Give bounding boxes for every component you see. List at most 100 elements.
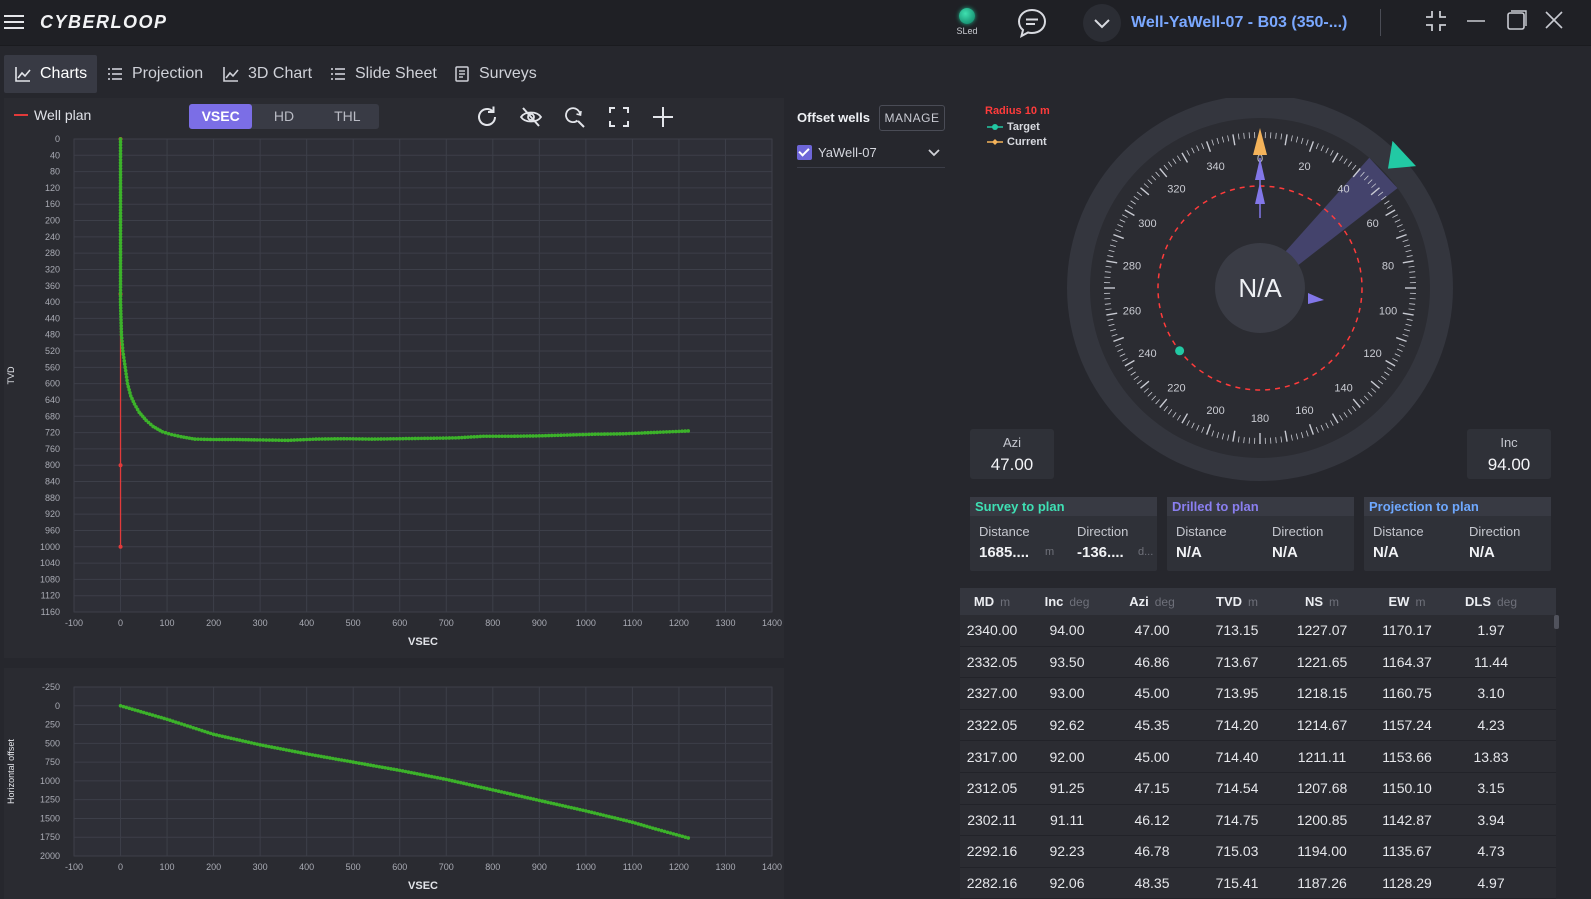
survey-point (370, 437, 374, 441)
x-tick-label: 1000 (576, 618, 596, 628)
inc-label: Inc (1500, 435, 1518, 450)
tab-projection[interactable]: Projection (96, 55, 213, 93)
maximize-button[interactable] (1503, 8, 1529, 34)
y-tick-label: 680 (45, 411, 60, 421)
table-row[interactable]: 2327.00 93.00 45.00 713.95 1218.15 1160.75 3.1… (960, 678, 1556, 710)
inc-box: Inc 94.00 (1467, 429, 1551, 479)
table-cell: 1211.11 (1297, 748, 1347, 765)
survey-point (428, 436, 433, 441)
azi-box: Azi 47.00 (970, 429, 1054, 479)
column-header-unit: deg (1069, 595, 1090, 609)
table-row[interactable]: 2292.16 92.23 46.78 715.03 1194.00 1135.67 4.7… (960, 836, 1556, 868)
survey-point (643, 431, 647, 435)
table-cell: 1194.00 (1297, 843, 1347, 860)
collapse-button[interactable] (1423, 8, 1449, 34)
top-bar: CYBERLOOP SLed Well-YaWell-07 - B03 (350… (0, 0, 1591, 46)
vsec-tvd-chart[interactable]: -100 0 100 200 300 400 500 600 700 800 900 1000 1100… (4, 98, 784, 658)
y-tick-label: 520 (45, 346, 60, 356)
survey-point (119, 336, 124, 340)
well-selector[interactable]: Well-YaWell-07 - B03 (350-...) (1083, 4, 1363, 42)
table-row[interactable]: 2340.00 94.00 47.00 713.15 1227.07 1170.17 1.9… (960, 615, 1556, 647)
survey-point (120, 342, 125, 347)
column-header-label: Azi (1129, 594, 1149, 609)
column-header[interactable]: Azi deg (1110, 594, 1194, 609)
tab-charts[interactable]: Charts (4, 55, 98, 93)
survey-point (121, 355, 126, 360)
survey-point (360, 437, 365, 441)
column-header-unit: m (1329, 595, 1340, 609)
status-indicator-icon (959, 8, 975, 24)
manage-button[interactable]: MANAGE (879, 105, 945, 131)
chat-button[interactable] (1016, 7, 1048, 39)
table-scrollbar[interactable] (1554, 615, 1559, 629)
survey-point (674, 429, 678, 434)
column-header[interactable]: MD m (960, 594, 1024, 609)
x-tick-label: 900 (532, 862, 547, 872)
survey-point (531, 434, 535, 438)
table-row[interactable]: 2302.11 91.11 46.12 714.75 1200.85 1142.87 3.9… (960, 805, 1556, 837)
dial-label: 180 (1251, 413, 1269, 425)
table-cell: 1170.17 (1382, 622, 1432, 639)
table-row[interactable]: 2312.05 91.25 47.15 714.54 1207.68 1150.10 3.1… (960, 773, 1556, 805)
sled-status[interactable]: SLed (954, 8, 980, 36)
menu-icon[interactable] (4, 12, 24, 32)
column-header[interactable]: DLS deg (1450, 594, 1532, 609)
chevron-down-icon[interactable] (1083, 4, 1121, 42)
table-cell: 92.62 (1049, 717, 1085, 734)
tab-surveys[interactable]: Surveys (443, 55, 547, 93)
table-row[interactable]: 2322.05 92.62 45.35 714.20 1214.67 1157.24 4.2… (960, 710, 1556, 742)
survey-point (169, 432, 174, 437)
y-tick-label: 960 (45, 525, 60, 535)
survey-point (670, 429, 675, 434)
app-logo: CYBERLOOP (40, 12, 168, 32)
close-button[interactable] (1541, 8, 1567, 34)
survey-point (286, 438, 290, 443)
survey-point (401, 436, 405, 441)
column-header[interactable]: TVD m (1194, 594, 1280, 609)
table-row[interactable]: 2317.00 92.00 45.00 714.40 1211.11 1153.66 13.… (960, 741, 1556, 773)
minimize-button[interactable] (1463, 8, 1489, 34)
offset-well-checkbox[interactable] (797, 145, 812, 160)
survey-point (335, 436, 340, 441)
offset-well-item[interactable]: YaWell-07 (797, 138, 945, 168)
tab-3d-chart[interactable]: 3D Chart (212, 55, 322, 93)
tab-slide-sheet[interactable]: Slide Sheet (319, 55, 447, 93)
chevron-down-icon[interactable] (927, 146, 941, 160)
table-cell: 4.23 (1477, 717, 1505, 734)
x-tick-label: 800 (485, 618, 500, 628)
x-tick-label: 100 (160, 618, 175, 628)
column-header[interactable]: NS m (1280, 594, 1364, 609)
horizontal-offset-chart[interactable]: -100 0 100 200 300 400 500 600 700 800 900 1000 1100… (4, 668, 784, 899)
survey-point (522, 434, 526, 438)
x-tick-label: 0 (118, 618, 123, 628)
survey-point (621, 432, 625, 436)
distance-value: N/A (1176, 544, 1202, 561)
table-row[interactable]: 2332.05 93.50 46.86 713.67 1221.65 1164.37 11.… (960, 647, 1556, 679)
survey-point (160, 429, 165, 434)
table-cell: 45.35 (1134, 717, 1170, 734)
survey-point (273, 438, 278, 442)
distance-value: 1685.... (979, 544, 1030, 561)
dial-label: 200 (1206, 405, 1224, 417)
survey-point (615, 432, 619, 436)
list-icon (331, 68, 345, 80)
survey-point (677, 429, 681, 434)
table-row[interactable]: 2282.16 92.06 48.35 715.41 1187.26 1128.29 4.9… (960, 868, 1556, 899)
survey-point (199, 437, 203, 442)
table-cell: 91.11 (1050, 811, 1084, 828)
survey-point (630, 431, 635, 436)
survey-point (332, 437, 337, 441)
survey-point (602, 432, 607, 436)
column-header[interactable]: Inc deg (1024, 594, 1110, 609)
direction-label: Direction (1077, 524, 1129, 539)
direction-label: Direction (1272, 524, 1324, 539)
chat-icon (1017, 8, 1047, 38)
survey-point (459, 435, 464, 440)
projection-to-plan-card: Projection to plan Distance Direction N/… (1364, 497, 1551, 571)
column-header[interactable]: EW m (1364, 594, 1450, 609)
survey-point (416, 436, 421, 441)
survey-point (404, 436, 408, 441)
x-axis-label: VSEC (408, 880, 438, 892)
x-tick-label: 700 (439, 618, 454, 628)
y-tick-label: 120 (45, 183, 60, 193)
